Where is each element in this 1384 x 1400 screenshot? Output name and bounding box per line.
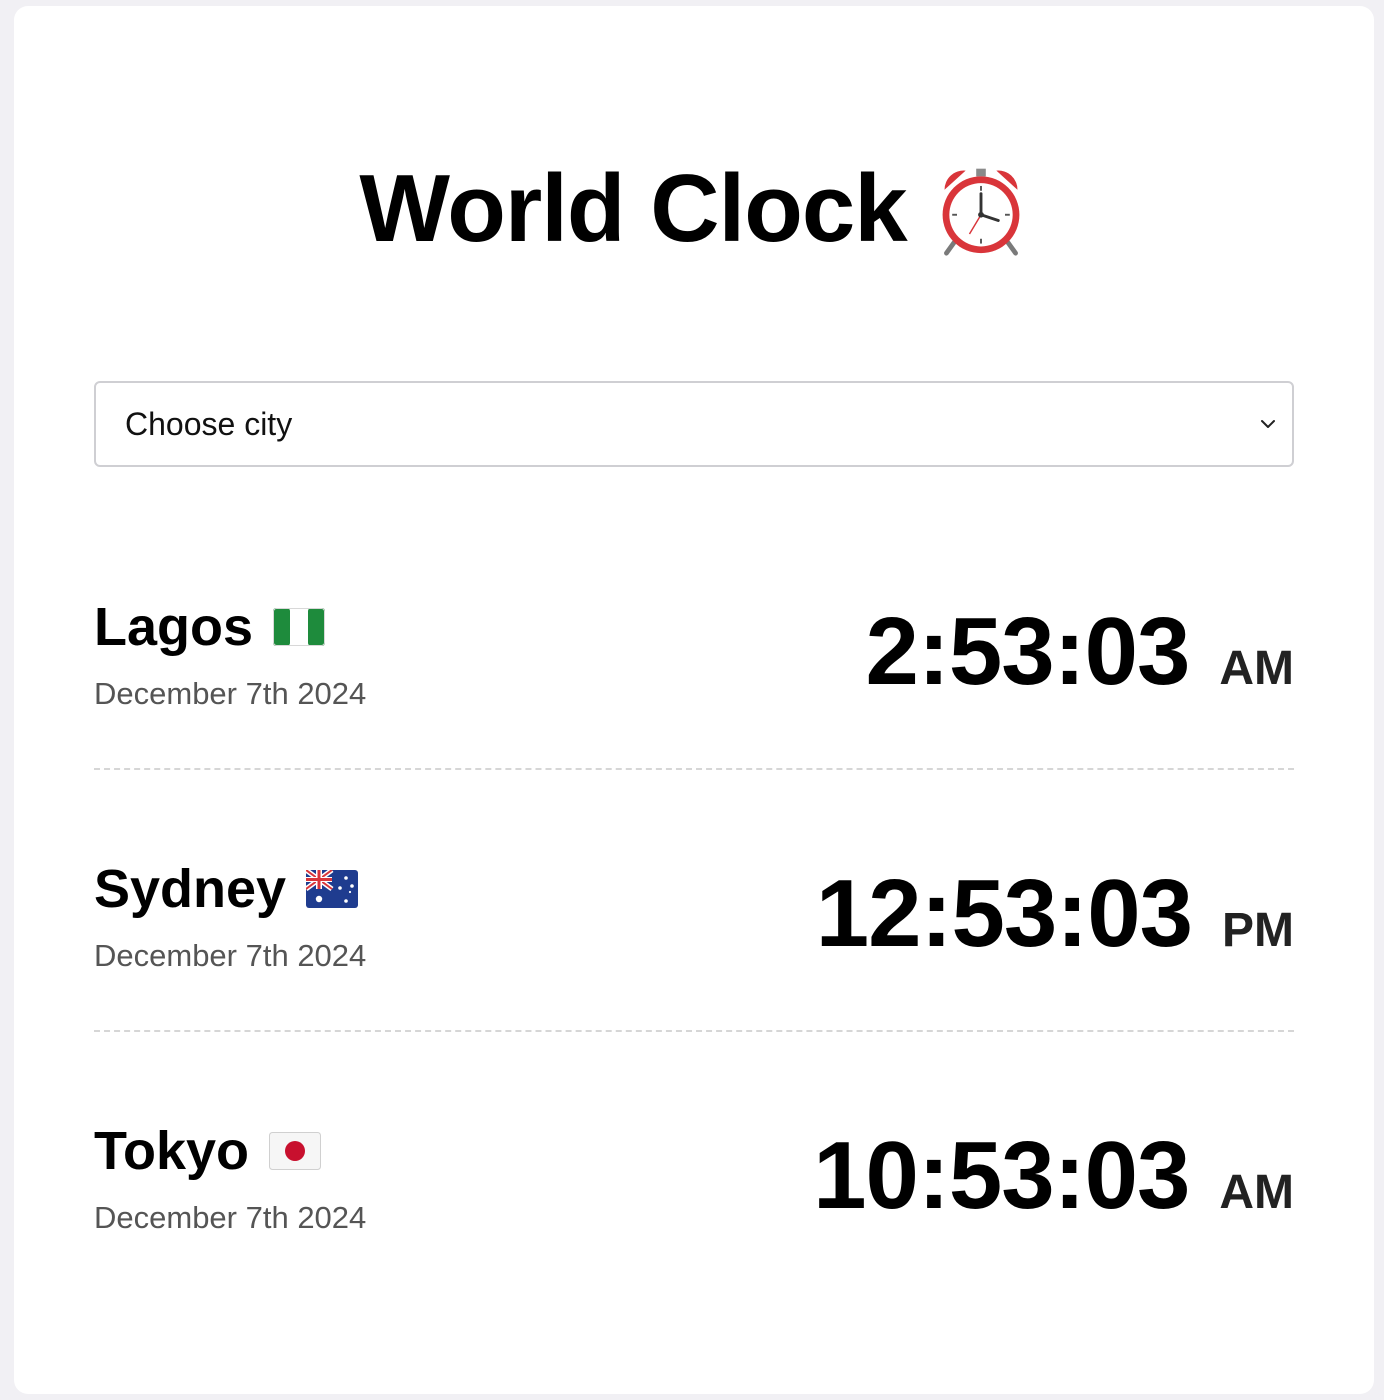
city-name: Lagos (94, 597, 254, 657)
city-row-lagos: Lagos December 7th 2024 2:53:03 AM (94, 508, 1294, 770)
time-value: 10:53:03 (813, 1122, 1190, 1229)
nigeria-flag-icon (273, 608, 326, 646)
time-period: AM (1219, 642, 1294, 695)
city-select[interactable]: Choose city (94, 381, 1294, 467)
header: World Clock (14, 161, 1374, 257)
city-date: December 7th 2024 (94, 676, 367, 711)
city-time: 12:53:03 PM (816, 866, 1294, 962)
city-name: Tokyo (94, 1121, 250, 1181)
city-header: Sydney (94, 859, 359, 919)
australia-flag-icon (306, 870, 359, 908)
page-title: World Clock (359, 155, 907, 262)
time-value: 12:53:03 (815, 860, 1193, 967)
world-clock-card: World Clock Choose city Lagos December 7… (14, 6, 1374, 1394)
city-time: 10:53:03 AM (813, 1128, 1294, 1224)
japan-flag-icon (269, 1132, 322, 1170)
time-value: 2:53:03 (865, 598, 1190, 705)
city-date: December 7th 2024 (94, 938, 367, 973)
alarm-clock-icon (933, 161, 1029, 257)
time-period: PM (1222, 904, 1294, 957)
city-name: Sydney (94, 859, 287, 919)
time-period: AM (1219, 1166, 1294, 1219)
city-date: December 7th 2024 (94, 1200, 367, 1235)
city-header: Tokyo (94, 1121, 322, 1181)
city-select-value: Choose city (125, 406, 293, 442)
city-row-tokyo: Tokyo December 7th 2024 10:53:03 AM (94, 1032, 1294, 1294)
city-time: 2:53:03 AM (865, 604, 1294, 700)
city-header: Lagos (94, 597, 326, 657)
city-row-sydney: Sydney December 7th 2024 12:53:03 PM (94, 770, 1294, 1032)
